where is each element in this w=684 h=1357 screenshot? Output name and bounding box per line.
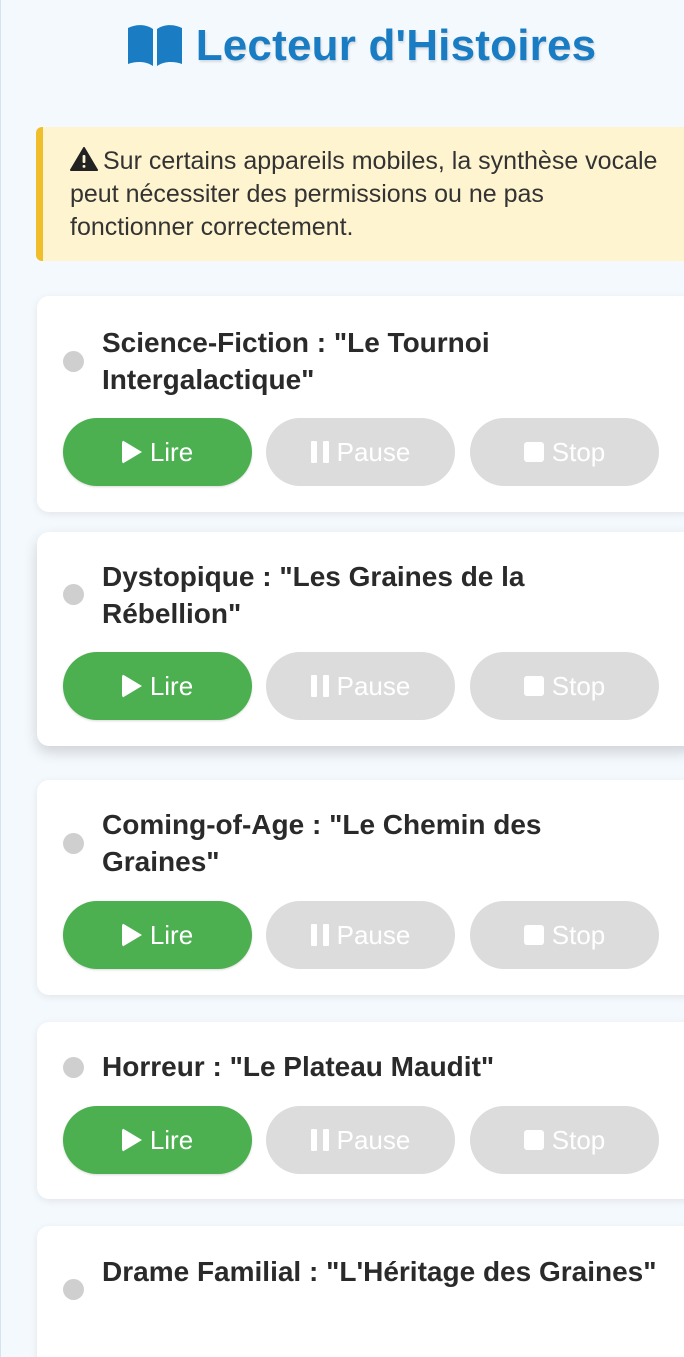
play-button[interactable]: Lire (63, 652, 252, 720)
pause-button[interactable]: Pause (266, 418, 455, 486)
play-label: Lire (149, 1124, 194, 1155)
stop-button[interactable]: Stop (470, 901, 659, 969)
story-select-radio[interactable] (63, 833, 84, 854)
pause-icon (310, 675, 329, 697)
story-title: Dystopique : "Les Graines de la Rébellio… (102, 561, 525, 629)
pause-label: Pause (336, 1124, 411, 1155)
stop-label: Stop (551, 436, 606, 467)
pause-label: Pause (336, 919, 411, 950)
page-title: Lecteur d'Histoires (1, 14, 684, 78)
stop-button[interactable]: Stop (470, 1106, 659, 1174)
pause-button[interactable]: Pause (266, 652, 455, 720)
stop-label: Stop (551, 670, 606, 701)
story-select-radio[interactable] (63, 584, 84, 605)
story-title: Science-Fiction : "Le Tournoi Intergalac… (102, 327, 490, 395)
stop-icon (523, 1130, 544, 1150)
story-card: Coming-of-Age : "Le Chemin des Graines" … (37, 780, 684, 995)
pause-button[interactable]: Pause (266, 1106, 455, 1174)
play-icon (121, 674, 142, 698)
story-card: Drame Familial : "L'Héritage des Graines… (37, 1226, 684, 1357)
pause-button[interactable]: Pause (266, 901, 455, 969)
stop-icon (523, 676, 544, 696)
stop-label: Stop (551, 1124, 606, 1155)
play-label: Lire (149, 436, 194, 467)
page-title-text: Lecteur d'Histoires (195, 21, 597, 70)
play-label: Lire (149, 670, 194, 701)
stop-icon (523, 442, 544, 462)
play-icon (121, 1128, 142, 1152)
stop-icon (523, 925, 544, 945)
pause-icon (310, 1129, 329, 1151)
story-title: Drame Familial : "L'Héritage des Graines… (102, 1256, 657, 1287)
open-book-icon (127, 25, 182, 66)
pause-icon (310, 441, 329, 463)
stop-button[interactable]: Stop (470, 652, 659, 720)
story-card: Horreur : "Le Plateau Maudit" Lire Pause… (37, 1022, 684, 1199)
pause-label: Pause (336, 670, 411, 701)
mobile-warning-banner: Sur certains appareils mobiles, la synth… (36, 127, 684, 261)
warning-text: Sur certains appareils mobiles, la synth… (70, 147, 658, 241)
play-button[interactable]: Lire (63, 418, 252, 486)
play-button[interactable]: Lire (63, 901, 252, 969)
story-select-radio[interactable] (63, 351, 84, 372)
story-reader-page: Lecteur d'Histoires Sur certains apparei… (0, 0, 684, 1357)
pause-icon (310, 924, 329, 946)
story-card: Dystopique : "Les Graines de la Rébellio… (37, 532, 684, 746)
story-title: Coming-of-Age : "Le Chemin des Graines" (102, 809, 542, 877)
play-icon (121, 440, 142, 464)
story-select-radio[interactable] (63, 1279, 84, 1300)
stop-button[interactable]: Stop (470, 418, 659, 486)
warning-icon (70, 147, 98, 171)
story-select-radio[interactable] (63, 1057, 84, 1078)
play-label: Lire (149, 919, 194, 950)
stop-label: Stop (551, 919, 606, 950)
story-title: Horreur : "Le Plateau Maudit" (102, 1051, 495, 1082)
play-icon (121, 923, 142, 947)
pause-label: Pause (336, 436, 411, 467)
story-card: Science-Fiction : "Le Tournoi Intergalac… (37, 296, 684, 512)
play-button[interactable]: Lire (63, 1106, 252, 1174)
